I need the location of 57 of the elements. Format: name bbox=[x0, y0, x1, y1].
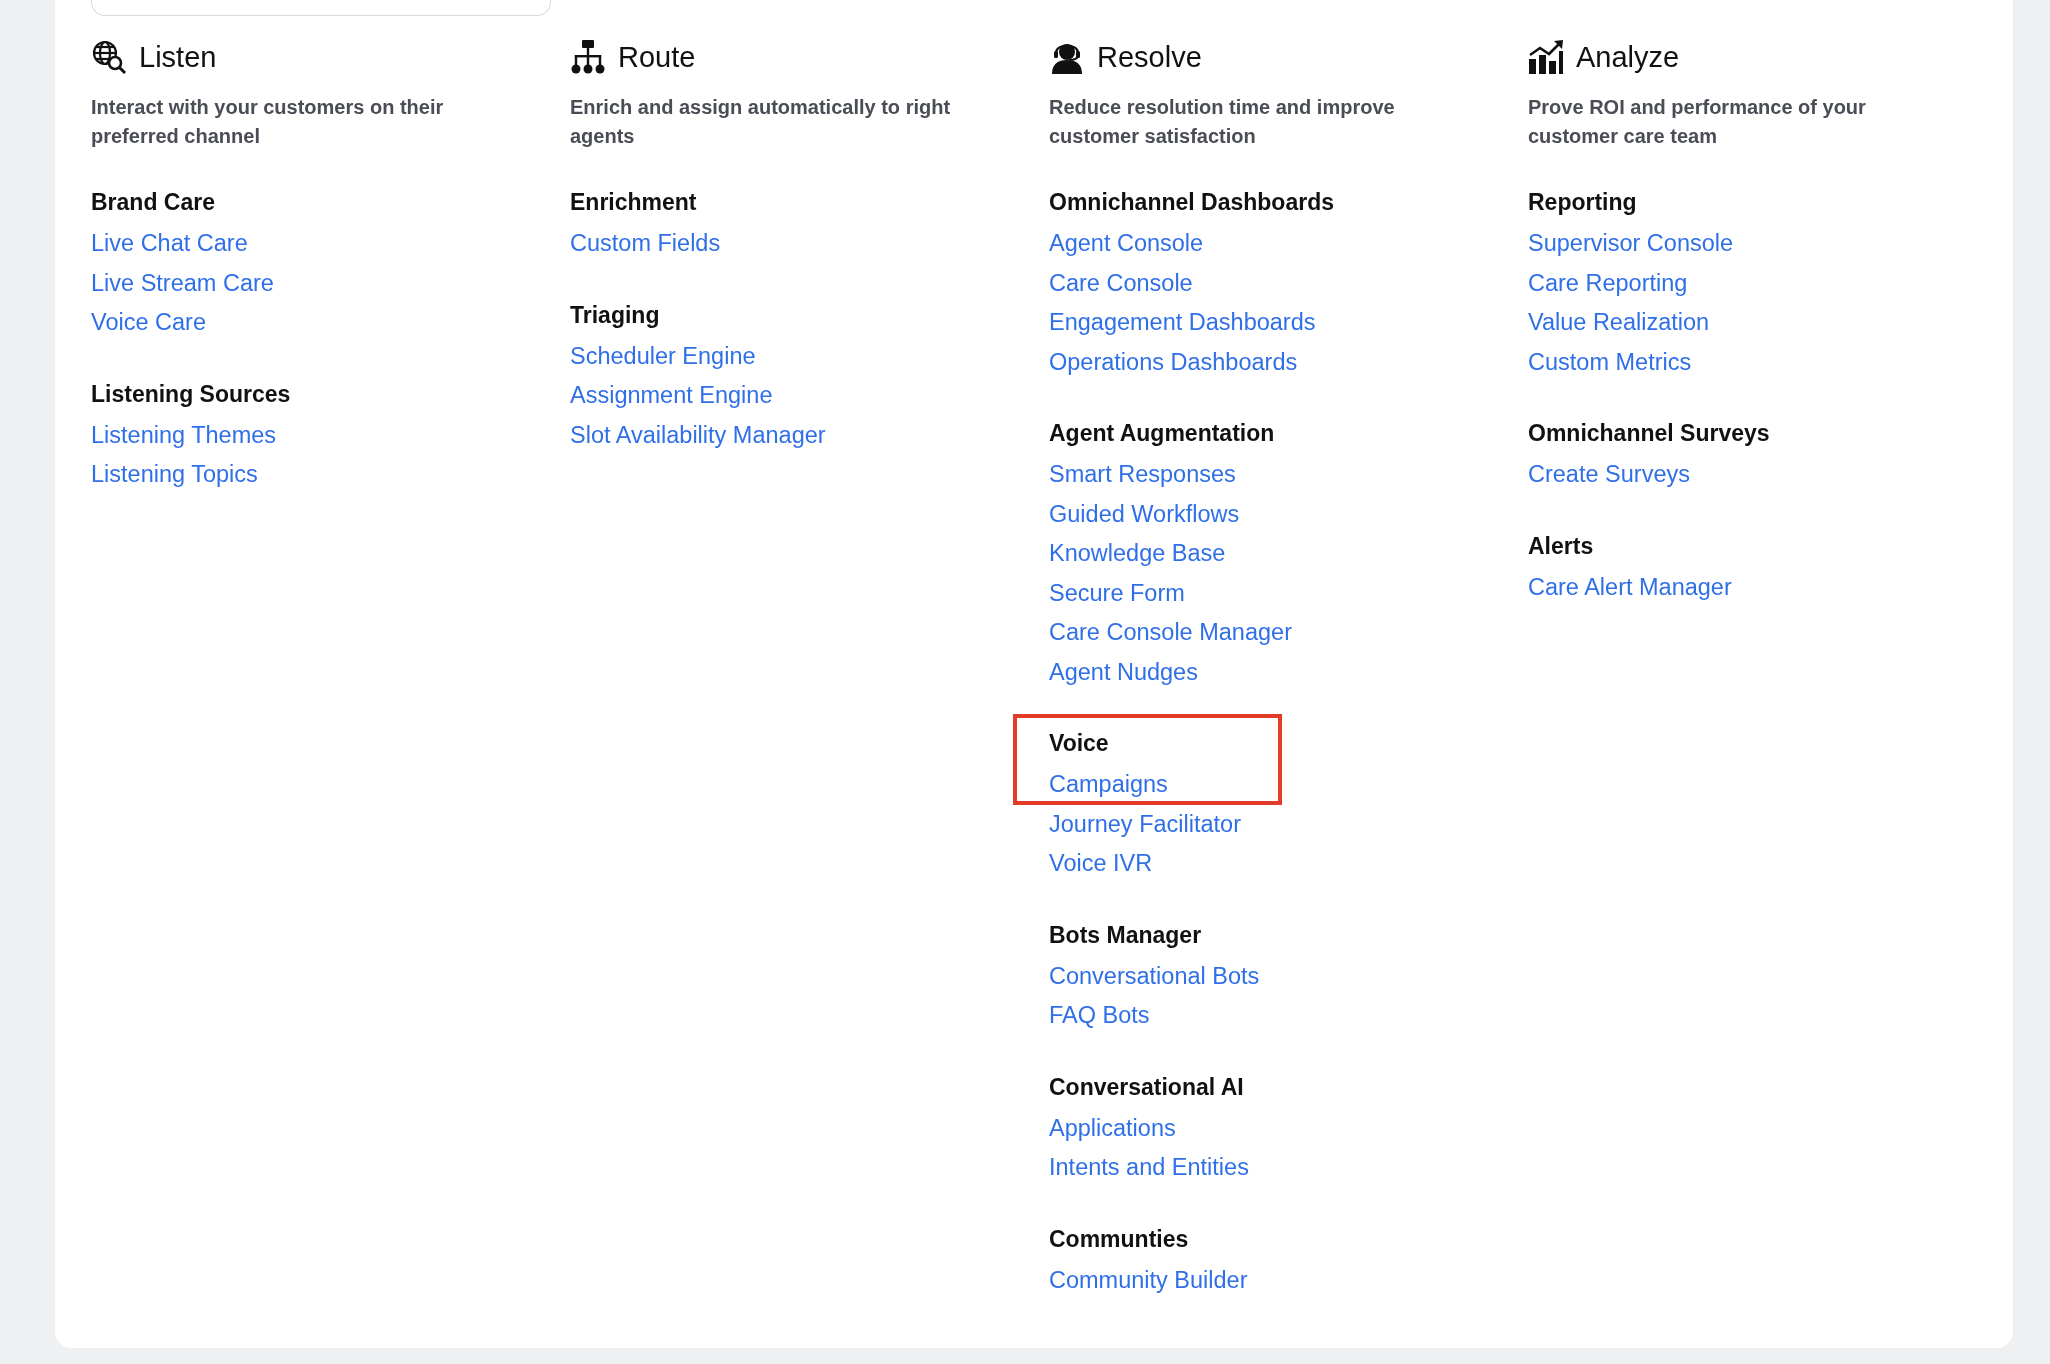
menu-link[interactable]: Secure Form bbox=[1049, 573, 1185, 613]
group-heading: Brand Care bbox=[91, 188, 215, 217]
group-heading: Reporting bbox=[1528, 188, 1637, 217]
group-heading: Conversational AI bbox=[1049, 1072, 1244, 1102]
menu-link[interactable]: Journey Facilitator bbox=[1049, 804, 1241, 844]
menu-link[interactable]: FAQ Bots bbox=[1049, 996, 1150, 1036]
group-heading: Bots Manager bbox=[1049, 920, 1202, 950]
menu-link[interactable]: Knowledge Base bbox=[1049, 534, 1226, 574]
menu-link[interactable]: Campaigns bbox=[1049, 765, 1168, 805]
globe-search-icon bbox=[91, 39, 127, 75]
menu-link[interactable]: Guided Workflows bbox=[1049, 494, 1240, 534]
category-description: Interact with your customers on their preferred channel bbox=[91, 95, 445, 149]
menu-link[interactable]: Create Surveys bbox=[1528, 455, 1690, 495]
menu-link[interactable]: Care Alert Manager bbox=[1528, 567, 1732, 607]
menu-link[interactable]: Agent Nudges bbox=[1049, 652, 1198, 692]
menu-link[interactable]: Assignment Engine bbox=[570, 376, 773, 416]
menu-link[interactable]: Intents and Entities bbox=[1049, 1148, 1249, 1188]
group-heading: Listening Sources bbox=[91, 379, 291, 409]
menu-link[interactable]: Custom Fields bbox=[570, 224, 721, 264]
bar-chart-icon bbox=[1528, 39, 1564, 75]
menu-link[interactable]: Care Reporting bbox=[1528, 263, 1688, 303]
category-description: Reduce resolution time and improve customer satisfaction bbox=[1049, 95, 1396, 149]
group-heading: Omnichannel Surveys bbox=[1528, 419, 1770, 448]
category-title: Route bbox=[618, 40, 696, 74]
menu-link[interactable]: Supervisor Console bbox=[1528, 224, 1734, 264]
group-heading: Voice bbox=[1049, 729, 1109, 758]
menu-link[interactable]: Listening Themes bbox=[91, 415, 277, 455]
menu-link[interactable]: Custom Metrics bbox=[1528, 342, 1692, 382]
category-title: Analyze bbox=[1576, 40, 1680, 74]
group-heading: Alerts bbox=[1528, 531, 1594, 561]
category-description: Prove ROI and performance of your customer care team bbox=[1528, 95, 1867, 149]
menu-link[interactable]: Slot Availability Manager bbox=[570, 415, 826, 455]
category-title: Listen bbox=[139, 40, 217, 74]
menu-link[interactable]: Applications bbox=[1049, 1108, 1176, 1148]
menu-link[interactable]: Voice Care bbox=[91, 303, 206, 343]
category-title: Resolve bbox=[1097, 40, 1202, 74]
category-description: Enrich and assign automatically to right agents bbox=[570, 95, 952, 149]
menu-link[interactable]: Engagement Dashboards bbox=[1049, 303, 1316, 343]
group-heading: Triaging bbox=[570, 300, 660, 330]
group-heading: Enrichment bbox=[570, 188, 697, 217]
menu-link[interactable]: Voice IVR bbox=[1049, 844, 1153, 884]
group-heading: Agent Augmentation bbox=[1049, 419, 1275, 448]
menu-link[interactable]: Live Chat Care bbox=[91, 224, 248, 264]
menu-link[interactable]: Care Console Manager bbox=[1049, 613, 1292, 653]
group-heading: Communties bbox=[1049, 1224, 1189, 1254]
hierarchy-icon bbox=[570, 39, 606, 75]
menu-link[interactable]: Community Builder bbox=[1049, 1260, 1248, 1300]
menu-link[interactable]: Care Console bbox=[1049, 263, 1193, 303]
menu-link[interactable]: Value Realization bbox=[1528, 303, 1710, 343]
menu-link[interactable]: Agent Console bbox=[1049, 224, 1204, 264]
menu-link[interactable]: Conversational Bots bbox=[1049, 956, 1260, 996]
menu-link[interactable]: Live Stream Care bbox=[91, 263, 274, 303]
menu-link[interactable]: Scheduler Engine bbox=[570, 336, 756, 376]
group-heading: Omnichannel Dashboards bbox=[1049, 188, 1334, 217]
menu-link[interactable]: Smart Responses bbox=[1049, 455, 1236, 495]
menu-link[interactable]: Operations Dashboards bbox=[1049, 342, 1298, 382]
menu-link[interactable]: Listening Topics bbox=[91, 455, 258, 495]
